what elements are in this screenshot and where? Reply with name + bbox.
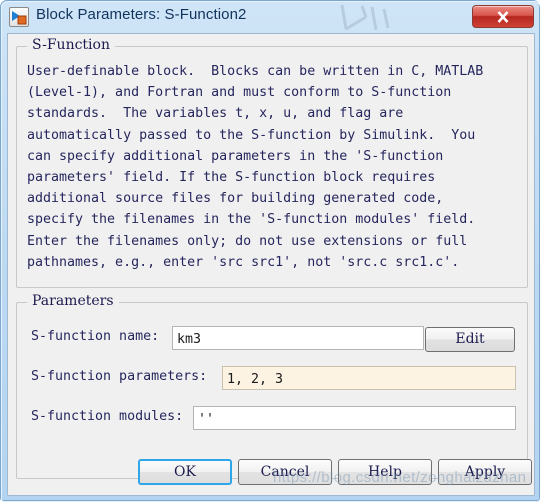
- sfunction-modules-input[interactable]: [193, 406, 516, 430]
- apply-button[interactable]: Apply: [438, 459, 532, 485]
- background-artifact: [332, 3, 402, 33]
- title-bar: Block Parameters: S-Function2: [2, 2, 540, 32]
- sfunction-groupbox: S-Function User-definable block. Blocks …: [16, 37, 528, 288]
- sfunction-parameters-input[interactable]: [222, 366, 516, 390]
- edit-button[interactable]: Edit: [425, 327, 515, 352]
- dialog-button-bar: OK Cancel Help Apply: [1, 456, 540, 496]
- sfunction-name-input[interactable]: [172, 326, 424, 350]
- simulink-block-icon: [9, 7, 29, 27]
- parameters-groupbox: Parameters S-function name: Edit S-funct…: [16, 293, 528, 479]
- sfunction-name-label: S-function name:: [31, 329, 160, 344]
- dialog-client-area: S-Function User-definable block. Blocks …: [7, 33, 535, 496]
- parameters-groupbox-legend: Parameters: [27, 293, 119, 309]
- ok-button[interactable]: OK: [138, 459, 232, 485]
- sfunction-parameters-label: S-function parameters:: [31, 369, 208, 384]
- sfunction-name-row: S-function name: Edit: [17, 326, 527, 352]
- window-title: Block Parameters: S-Function2: [36, 6, 247, 23]
- cancel-button[interactable]: Cancel: [238, 459, 332, 485]
- close-button[interactable]: [472, 5, 534, 28]
- sfunction-modules-row: S-function modules:: [17, 406, 527, 432]
- help-button[interactable]: Help: [338, 459, 432, 485]
- sfunction-parameters-row: S-function parameters:: [17, 366, 527, 392]
- dialog-window: Block Parameters: S-Function2 S-Function…: [0, 0, 540, 502]
- close-icon: [497, 10, 509, 23]
- sfunction-modules-label: S-function modules:: [31, 409, 184, 424]
- sfunction-groupbox-legend: S-Function: [27, 37, 115, 53]
- sfunction-description-text: User-definable block. Blocks can be writ…: [27, 64, 484, 270]
